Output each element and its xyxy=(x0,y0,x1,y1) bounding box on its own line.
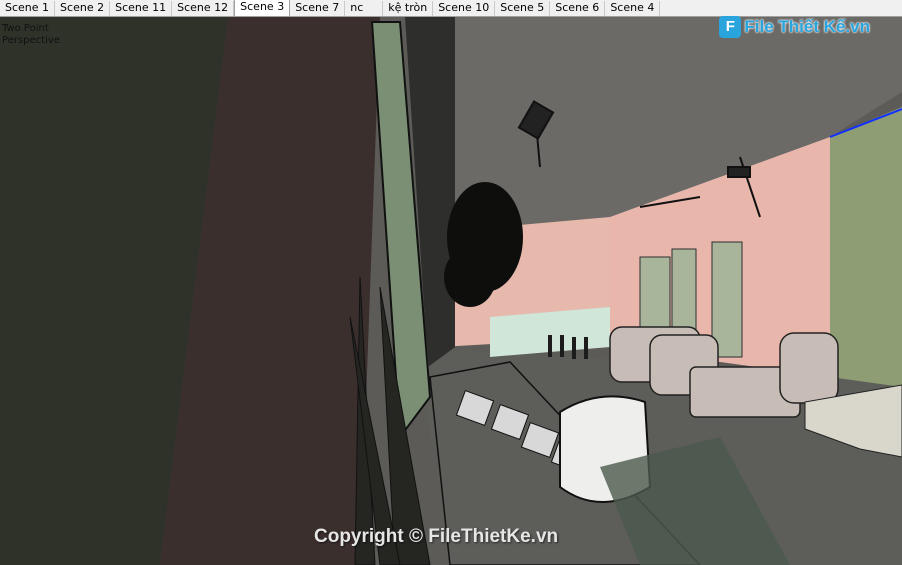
tab-scene-10[interactable]: Scene 10 xyxy=(433,1,496,16)
interior-scene-render xyxy=(0,17,902,565)
tab-nc[interactable]: nc xyxy=(345,1,384,16)
tab-scene-6[interactable]: Scene 6 xyxy=(550,1,606,16)
scene-tab-bar: Scene 1 Scene 2 Scene 11 Scene 12 Scene … xyxy=(0,0,902,17)
camera-mode-label: Two Point Perspective xyxy=(2,23,60,47)
tab-scene-5[interactable]: Scene 5 xyxy=(495,1,551,16)
3d-viewport[interactable]: Two Point Perspective xyxy=(0,17,902,565)
filethietke-logo: F File Thiết Kế.vn xyxy=(719,16,870,38)
tab-scene-2[interactable]: Scene 2 xyxy=(55,1,111,16)
logo-text: File Thiết Kế.vn xyxy=(744,17,870,36)
tab-scene-11[interactable]: Scene 11 xyxy=(110,1,173,16)
tab-scene-1[interactable]: Scene 1 xyxy=(0,1,56,16)
tab-scene-4[interactable]: Scene 4 xyxy=(605,1,661,16)
tab-scene-3[interactable]: Scene 3 xyxy=(234,0,291,16)
tab-scene-7[interactable]: Scene 7 xyxy=(290,1,346,16)
tab-ke-tron[interactable]: kệ tròn xyxy=(383,1,434,16)
tab-scene-12[interactable]: Scene 12 xyxy=(172,1,235,16)
logo-mark-icon: F xyxy=(719,16,742,38)
camera-label-line1: Two Point xyxy=(2,23,49,34)
copyright-watermark: Copyright © FileThietKe.vn xyxy=(314,526,559,547)
camera-label-line2: Perspective xyxy=(2,35,60,46)
